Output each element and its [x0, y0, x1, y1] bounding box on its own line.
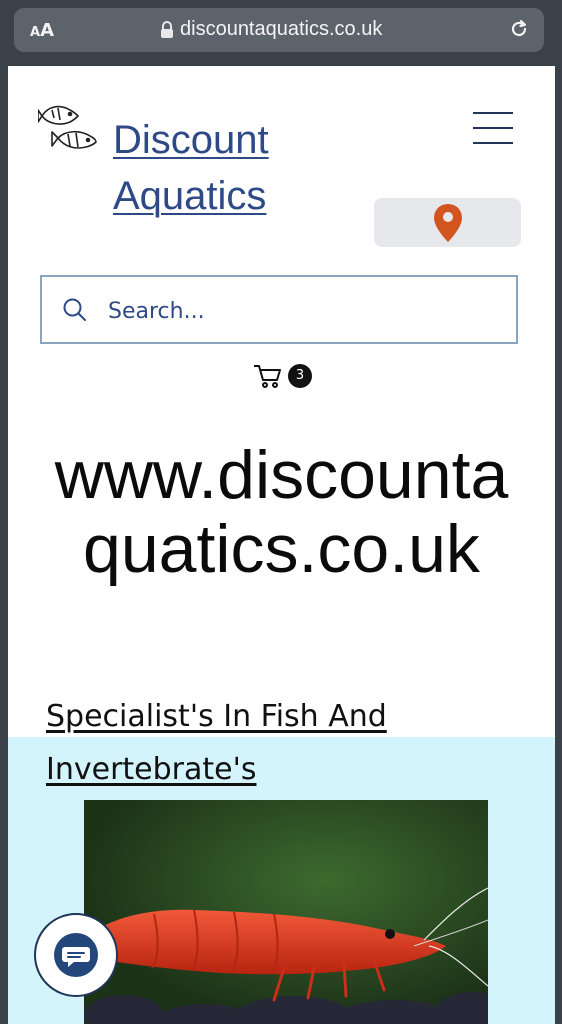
web-page: Discount Aquatics 3 www.discounta quatic… — [8, 66, 555, 1024]
cart-button[interactable]: 3 — [252, 362, 314, 392]
shrimp-photo — [84, 800, 488, 1024]
cart-count-badge: 3 — [288, 364, 312, 388]
fish-logo-icon[interactable] — [38, 96, 98, 154]
address-bar[interactable]: AA discountaquatics.co.uk — [14, 8, 544, 52]
section-heading-line-2: Invertebrate's — [46, 752, 257, 787]
hero-line-1: www.discounta — [54, 437, 509, 513]
chat-icon — [54, 933, 98, 977]
brand-line-2: Aquatics — [113, 174, 267, 218]
lock-icon — [160, 20, 174, 39]
red-cherry-shrimp-image — [84, 800, 488, 1024]
search-box[interactable] — [40, 275, 518, 344]
location-button[interactable] — [374, 198, 521, 247]
search-icon — [63, 298, 86, 321]
browser-toolbar: AA discountaquatics.co.uk — [0, 0, 562, 66]
url-display[interactable]: discountaquatics.co.uk — [160, 18, 382, 41]
section-heading-line-1: Specialist's In Fish And — [46, 699, 387, 734]
reload-icon[interactable] — [508, 18, 530, 40]
site-brand-link[interactable]: Discount Aquatics — [113, 112, 269, 224]
menu-icon[interactable] — [473, 112, 513, 150]
location-pin-icon — [434, 204, 462, 242]
brand-line-1: Discount — [113, 118, 269, 162]
chat-button[interactable] — [34, 913, 118, 997]
hero-url-text: www.discounta quatics.co.uk — [8, 438, 555, 586]
hero-line-2: quatics.co.uk — [83, 511, 480, 587]
url-text: discountaquatics.co.uk — [180, 18, 383, 40]
section-heading-link[interactable]: Specialist's In Fish And Invertebrate's — [46, 690, 387, 796]
cart-icon — [254, 365, 281, 388]
search-input[interactable] — [106, 295, 490, 327]
text-size-button[interactable]: AA — [30, 20, 54, 41]
